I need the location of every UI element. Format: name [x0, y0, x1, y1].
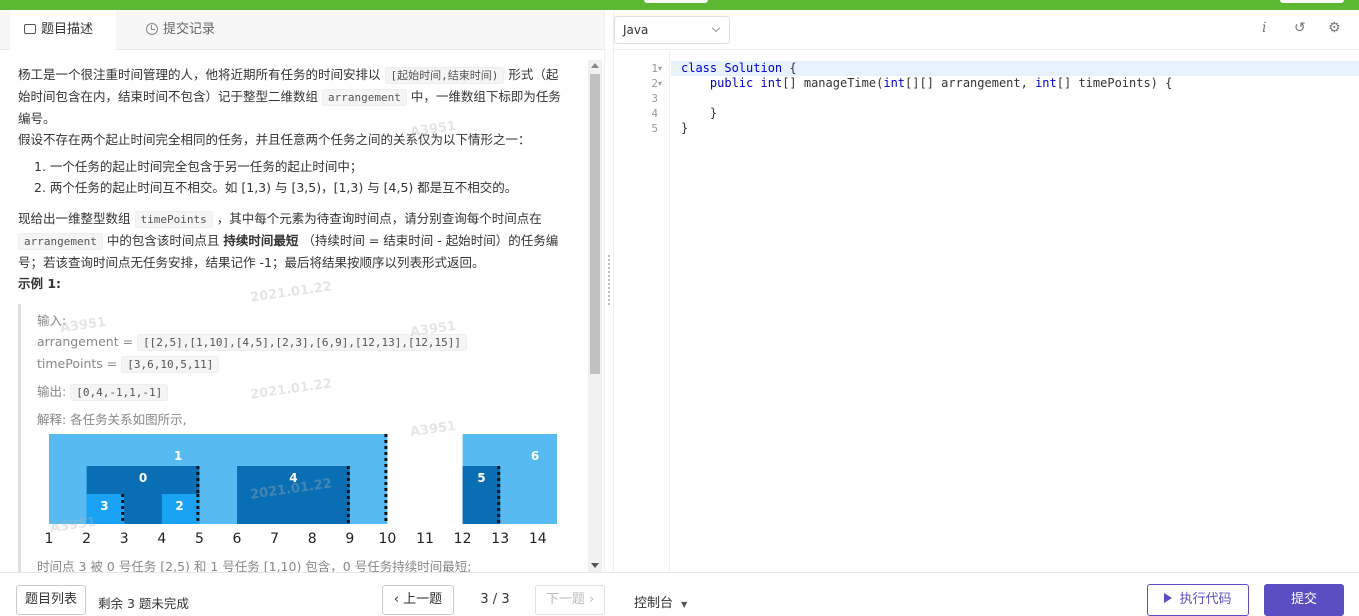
- example-output: 输出: [0,4,-1,1,-1]: [37, 381, 570, 403]
- axis-tick-label: 12: [454, 531, 472, 547]
- axis-tick-label: 2: [82, 531, 91, 547]
- scroll-up-icon[interactable]: [591, 63, 599, 68]
- axis-tick-label: 10: [378, 531, 396, 547]
- axis-tick-label: 11: [416, 531, 434, 547]
- example-title: 示例 1:: [18, 276, 62, 291]
- axis-tick-label: 13: [491, 531, 509, 547]
- problem-panel: 题目描述 提交记录 杨工是一个很注重时间管理的人，他将近期所有任务的时间安排以 …: [0, 10, 604, 572]
- task-label-4: 4: [289, 471, 297, 485]
- problem-tabs: 题目描述 提交记录: [0, 10, 604, 51]
- code-line[interactable]: public int[] manageTime(int[][] arrangem…: [671, 76, 1359, 91]
- task-label-6: 6: [531, 449, 539, 463]
- task-diagram: 160452312345678910111213141516: [45, 434, 557, 547]
- example-explanation: 解释: 各任务关系如图所示,: [37, 412, 187, 427]
- play-icon: [1164, 593, 1173, 603]
- tab-description[interactable]: 题目描述: [10, 10, 116, 51]
- language-select[interactable]: Java: [614, 16, 730, 44]
- task-label-0: 0: [139, 471, 147, 485]
- desc-paragraph-1: 杨工是一个很注重时间管理的人，他将近期所有任务的时间安排以 [起始时间,结束时间…: [18, 67, 561, 126]
- list-item: 2. 两个任务的起止时间互不相交。如 [1,3) 与 [3,5)，[1,3) 与…: [34, 180, 518, 195]
- clock-icon: [146, 23, 158, 35]
- example-explanation-more: 时间点 3 被 0 号任务 [2,5) 和 1 号任务 [1,10) 包含，0 …: [37, 559, 472, 572]
- task-label-5: 5: [477, 471, 485, 485]
- chevron-down-icon: [711, 23, 721, 33]
- prev-button[interactable]: ‹ 上一题: [382, 585, 454, 615]
- page-indicator: 3 / 3: [480, 592, 510, 607]
- example-input-label: 输入:: [37, 313, 67, 328]
- example-arrangement: arrangement = [[2,5],[1,10],[4,5],[2,3],…: [37, 331, 570, 353]
- problem-description: 杨工是一个很注重时间管理的人，他将近期所有任务的时间安排以 [起始时间,结束时间…: [0, 50, 588, 572]
- top-bar: [0, 0, 1359, 10]
- example-timepoints: timePoints = [3,6,10,5,11]: [37, 353, 570, 375]
- tab-submissions[interactable]: 提交记录: [132, 10, 232, 50]
- settings-icon[interactable]: ⚙: [1328, 20, 1341, 36]
- submit-button[interactable]: 提交: [1264, 584, 1344, 616]
- panel-splitter[interactable]: [604, 10, 614, 572]
- description-scrollbar[interactable]: [588, 60, 602, 572]
- next-button[interactable]: 下一题 ›: [535, 585, 605, 615]
- scroll-down-icon[interactable]: [591, 563, 599, 568]
- chevron-right-icon: ›: [584, 592, 595, 607]
- footer-bar: 题目列表 剩余 3 题未完成 ‹ 上一题 3 / 3 下一题 › 控制台 ▼ 执…: [0, 572, 1359, 616]
- axis-tick-label: 7: [270, 531, 279, 547]
- axis-tick-label: 1: [45, 531, 54, 547]
- task-label-2: 2: [175, 499, 183, 513]
- document-icon: [24, 24, 36, 34]
- axis-tick-label: 9: [345, 531, 354, 547]
- problem-list-button[interactable]: 题目列表: [16, 585, 86, 615]
- line-number: 5: [651, 122, 658, 135]
- caret-down-icon: ▼: [681, 600, 688, 609]
- axis-tick-label: 14: [529, 531, 547, 547]
- axis-tick-label: 3: [120, 531, 129, 547]
- info-icon[interactable]: i: [1262, 20, 1266, 36]
- run-code-button[interactable]: 执行代码: [1147, 584, 1249, 616]
- code-editor[interactable]: class Solution { public int[] manageTime…: [671, 51, 1359, 572]
- chevron-left-icon: ‹: [393, 592, 404, 607]
- line-number: 3: [651, 92, 658, 105]
- drag-handle-icon[interactable]: [608, 255, 610, 305]
- desc-list: 1. 一个任务的起止时间完全包含于另一任务的起止时间中； 2. 两个任务的起止时…: [34, 156, 570, 198]
- top-bar-button[interactable]: [644, 0, 708, 3]
- top-bar-button[interactable]: [1280, 0, 1344, 3]
- code-line[interactable]: [671, 91, 1359, 106]
- line-number: 4: [651, 107, 658, 120]
- reset-icon[interactable]: ↺: [1294, 20, 1306, 36]
- axis-tick-label: 8: [308, 531, 317, 547]
- line-number-gutter: 1 ▾ 2 ▾ 3 4 5: [614, 51, 670, 572]
- task-label-3: 3: [100, 499, 108, 513]
- remaining-count: 剩余 3 题未完成: [98, 596, 189, 611]
- fold-arrow-icon[interactable]: ▾: [658, 76, 662, 91]
- axis-tick-label: 6: [233, 531, 242, 547]
- axis-tick-label: 4: [157, 531, 166, 547]
- editor-panel: Java i ↺ ⚙ 1 ▾ 2 ▾ 3 4 5 class Solution …: [614, 10, 1359, 572]
- code-line[interactable]: class Solution {: [671, 61, 1359, 76]
- fold-arrow-icon[interactable]: ▾: [658, 61, 662, 76]
- code-line[interactable]: }: [671, 121, 1359, 136]
- desc-paragraph-2: 假设不存在两个起止时间完全相同的任务，并且任意两个任务之间的关系仅为以下情形之一…: [18, 132, 531, 147]
- console-toggle[interactable]: 控制台 ▼: [634, 592, 687, 611]
- example-block: 输入: arrangement = [[2,5],[1,10],[4,5],[2…: [18, 304, 570, 572]
- axis-tick-label: 5: [195, 531, 204, 547]
- line-number: 2: [651, 77, 658, 90]
- code-line[interactable]: }: [671, 106, 1359, 121]
- desc-paragraph-3: 现给出一维整型数组 timePoints ，其中每个元素为待查询时间点，请分别查…: [18, 211, 559, 270]
- line-number: 1: [651, 62, 658, 75]
- scrollbar-thumb[interactable]: [590, 74, 600, 374]
- editor-toolbar: Java i ↺ ⚙: [614, 10, 1359, 50]
- task-label-1: 1: [174, 449, 182, 463]
- list-item: 1. 一个任务的起止时间完全包含于另一任务的起止时间中；: [34, 159, 363, 174]
